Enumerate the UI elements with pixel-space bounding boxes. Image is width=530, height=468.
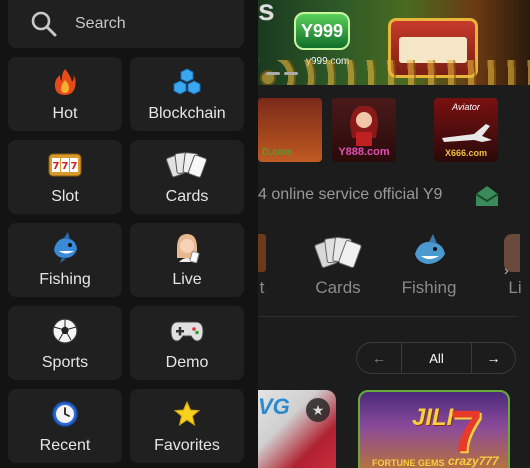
svg-text:7: 7 [71, 161, 78, 172]
search-bar[interactable]: Search [8, 0, 244, 48]
menu-item-recent[interactable]: Recent [8, 389, 122, 463]
gamepad-icon [170, 321, 204, 342]
menu-item-blockchain[interactable]: Blockchain [130, 57, 244, 131]
menu-item-sports[interactable]: Sports [8, 306, 122, 380]
brand-label: Y888.com [338, 146, 390, 158]
svg-text:7: 7 [53, 161, 60, 172]
dealer-girl-icon [350, 105, 378, 146]
soccer-ball-icon [52, 318, 78, 344]
slot-777-icon: 7 7 7 [48, 153, 82, 177]
banner-partial-text: s [258, 0, 275, 27]
star-icon[interactable]: ★ [306, 398, 330, 422]
category-label: Li [508, 278, 522, 297]
arrow-right-icon[interactable]: → [471, 343, 515, 373]
carousel-dots [266, 72, 298, 75]
menu-item-label: Fishing [39, 271, 91, 288]
brand-tile[interactable]: D.com [258, 98, 322, 162]
game-subtitle: FORTUNE GEMS [372, 458, 445, 468]
game-subtitle-2: crazy777 [448, 454, 499, 468]
promo-banner[interactable]: s Y999 y999.com [258, 0, 530, 85]
category-item[interactable]: Fishing [396, 234, 462, 298]
menu-item-label: Recent [39, 437, 91, 454]
banner-logo: Y999 [294, 12, 350, 50]
mail-icon[interactable] [474, 184, 500, 208]
blockchain-cubes-icon [173, 68, 201, 95]
category-item[interactable]: Cards [310, 234, 366, 298]
category-label: Fishing [401, 278, 457, 297]
playing-cards-icon [166, 151, 207, 178]
menu-item-slot[interactable]: 7 7 7 Slot [8, 140, 122, 214]
filter-all-label[interactable]: All [401, 343, 471, 373]
game-filter: ← All → [356, 342, 516, 374]
clock-icon [52, 401, 78, 427]
menu-item-fishing[interactable]: Fishing [8, 223, 122, 297]
menu-item-cards[interactable]: Cards [130, 140, 244, 214]
brand-tile[interactable]: Y888.com [332, 98, 396, 162]
playing-cards-icon [314, 236, 362, 268]
shark-icon [54, 232, 77, 263]
star-icon [173, 400, 201, 427]
menu-item-label: Hot [52, 105, 78, 122]
menu-item-label: Cards [165, 188, 209, 205]
arrow-left-icon[interactable]: ← [357, 343, 401, 373]
search-icon [31, 11, 57, 37]
category-row: t Cards Fishing Li [252, 234, 530, 300]
menu-item-label: Blockchain [148, 105, 226, 122]
chevron-right-icon[interactable]: › [504, 262, 509, 278]
divider [258, 316, 518, 317]
brand-row: D.com Y888.com Aviator X666.com [258, 96, 530, 168]
marquee-text: 4 online service official Y9 [258, 186, 443, 203]
game-title: VG [258, 394, 290, 419]
menu-item-label: Slot [51, 188, 79, 205]
menu-item-label: Favorites [154, 437, 220, 454]
menu-item-live[interactable]: Live [130, 223, 244, 297]
menu-item-label: Sports [41, 354, 89, 371]
sidebar-drawer: Search Hot Blockchain 7 7 7 Slot Cards F… [0, 0, 258, 468]
coins-illustration [258, 60, 530, 85]
menu-item-label: Demo [165, 354, 209, 371]
menu-item-label: Live [172, 271, 202, 288]
brand-label: X666.com [444, 148, 488, 158]
brand-label: D.com [262, 147, 293, 158]
menu-item-demo[interactable]: Demo [130, 306, 244, 380]
shark-icon [415, 234, 445, 264]
dealer-girl-icon [177, 234, 200, 264]
game-tile[interactable]: JILI 7 FORTUNE GEMS crazy777 [358, 390, 510, 468]
category-label: Cards [315, 278, 361, 297]
svg-text:7: 7 [62, 161, 69, 172]
flame-icon [54, 69, 76, 95]
menu-item-favorites[interactable]: Favorites [130, 389, 244, 463]
game-title: JILI [412, 404, 454, 431]
brand-tile[interactable]: Aviator X666.com [434, 98, 498, 162]
menu-item-hot[interactable]: Hot [8, 57, 122, 131]
search-placeholder: Search [75, 15, 126, 32]
